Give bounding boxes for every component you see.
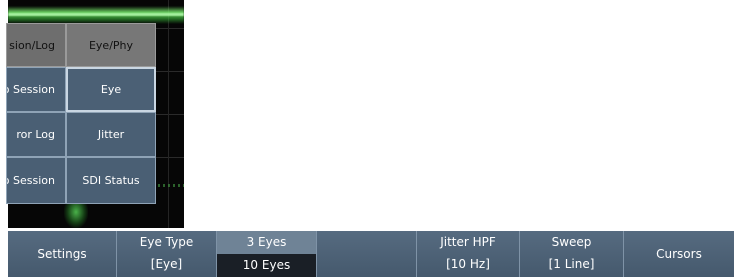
settings-button[interactable]: Settings: [8, 231, 117, 277]
sweep-label: Sweep: [551, 235, 592, 249]
menu-header-session-log-label: sion/Log: [9, 38, 55, 52]
menu-header-session-log[interactable]: sion/Log: [6, 23, 66, 67]
menu-item-session-2[interactable]: o Session: [6, 157, 66, 204]
menu-item-label: SDI Status: [82, 174, 140, 187]
menu-item-label: o Session: [6, 83, 55, 96]
eye-type-button[interactable]: Eye Type [Eye]: [117, 231, 217, 277]
menu-header-eye-phy-label: Eye/Phy: [88, 38, 134, 52]
menu-item-label: o Session: [6, 174, 55, 187]
menu-item-eye[interactable]: Eye: [66, 67, 156, 112]
menu-item-session-1[interactable]: o Session: [6, 67, 66, 112]
menu-item-sdi-status[interactable]: SDI Status: [66, 157, 156, 204]
sweep-value: [1 Line]: [548, 257, 595, 271]
menu-item-label: Jitter: [97, 128, 125, 141]
eye-type-value: [Eye]: [150, 257, 183, 271]
graticule-line: [168, 0, 169, 228]
eye-type-label: Eye Type: [139, 235, 194, 249]
jitter-hpf-label: Jitter HPF: [440, 235, 496, 249]
jitter-hpf-value: [10 Hz]: [446, 257, 490, 271]
menu-item-label: ror Log: [16, 128, 55, 141]
cursors-label: Cursors: [656, 247, 702, 261]
sweep-button[interactable]: Sweep [1 Line]: [520, 231, 624, 277]
menu-item-jitter[interactable]: Jitter: [66, 112, 156, 157]
menu-item-label: Eye: [100, 83, 122, 96]
eye-count-selector[interactable]: 3 Eyes 10 Eyes: [217, 231, 317, 277]
cursors-button[interactable]: Cursors: [624, 231, 734, 277]
blank-softkey[interactable]: [317, 231, 417, 277]
menu-header-eye-phy[interactable]: Eye/Phy: [66, 23, 156, 67]
popup-menu: sion/Log o Session ror Log o Session Eye…: [6, 23, 156, 204]
menu-item-error-log[interactable]: ror Log: [6, 112, 66, 157]
signal-trace-top: [8, 6, 184, 24]
settings-label: Settings: [37, 247, 87, 261]
bottom-toolbar: Settings Eye Type [Eye] 3 Eyes 10 Eyes J…: [8, 231, 734, 277]
eye-count-option-3[interactable]: 3 Eyes: [217, 231, 316, 254]
jitter-hpf-button[interactable]: Jitter HPF [10 Hz]: [417, 231, 520, 277]
eye-count-option-10[interactable]: 10 Eyes: [217, 254, 316, 277]
